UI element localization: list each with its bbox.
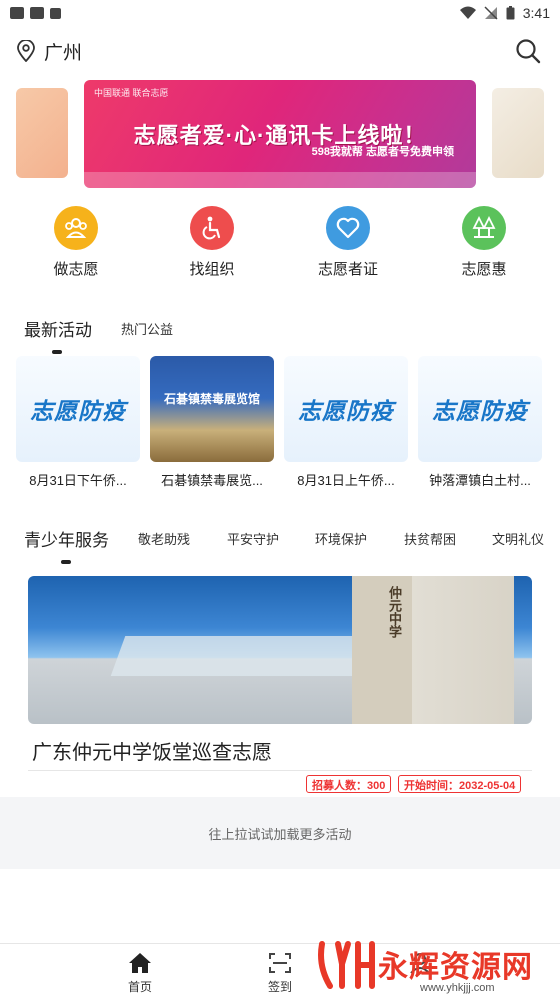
banner-brand: 中国联通 联合志愿	[94, 88, 169, 98]
people-icon	[54, 206, 98, 250]
heart-icon	[326, 206, 370, 250]
activity-card[interactable]: 志愿防疫 钟落潭镇白土村...	[418, 356, 542, 489]
tab-youth-services[interactable]: 青少年服务	[24, 526, 109, 551]
banner-strip	[84, 172, 476, 188]
watermark-text: 永辉资源网	[378, 951, 533, 984]
app-notification-icon	[30, 7, 44, 19]
location-pin-icon[interactable]	[16, 40, 36, 62]
tab-indicator	[61, 560, 71, 564]
no-signal-icon	[484, 6, 498, 20]
app-notification-icon	[10, 7, 24, 19]
watermark-url: www.yhkjjj.com	[420, 982, 495, 994]
category-label: 志愿惠	[461, 261, 507, 278]
load-more-hint: 往上拉试试加载更多活动	[0, 797, 560, 869]
activity-title: 8月31日上午侨...	[297, 473, 395, 488]
tab-hot-charity[interactable]: 热门公益	[121, 319, 173, 338]
nav-label: 签到	[267, 980, 292, 994]
clock: 3:41	[522, 5, 550, 21]
category-benefits[interactable]: 志愿惠	[444, 206, 524, 279]
watermark: 永辉资源网 www.yhkjjj.com	[312, 936, 560, 997]
category-volunteer[interactable]: 做志愿	[36, 206, 116, 279]
nav-checkin[interactable]: 签到	[240, 952, 320, 995]
activity-thumbnail: 志愿防疫	[284, 356, 408, 462]
watermark-logo	[318, 941, 375, 989]
category-label: 志愿者证	[317, 261, 378, 278]
image-sign-text: 仲元中学	[387, 586, 402, 638]
youth-header: 青少年服务 敬老助残 平安守护 环境保护 扶贫帮困 文明礼仪	[0, 524, 560, 564]
divider	[28, 770, 532, 771]
accessibility-icon	[190, 206, 234, 250]
activity-thumbnail: 石碁镇禁毒展览馆	[150, 356, 274, 462]
tab-elderly-disabled[interactable]: 敬老助残	[138, 529, 190, 548]
notification-icons	[10, 7, 61, 19]
category-label: 做志愿	[53, 261, 99, 278]
category-label: 找组织	[189, 261, 235, 278]
activity-thumbnail: 志愿防疫	[16, 356, 140, 462]
city-selector[interactable]: 广州	[44, 38, 82, 65]
status-bar: 3:41	[0, 0, 560, 26]
tab-poverty-relief[interactable]: 扶贫帮困	[404, 529, 456, 548]
banner-carousel[interactable]: 中国联通 联合志愿 志愿者爱·心·通讯卡上线啦！ 598我就帮 志愿者号免费申领	[0, 78, 560, 190]
banner-slide[interactable]: 中国联通 联合志愿 志愿者爱·心·通讯卡上线啦！ 598我就帮 志愿者号免费申领	[84, 80, 476, 188]
category-volunteer-card[interactable]: 志愿者证	[308, 206, 388, 279]
top-bar: 广州	[0, 28, 560, 74]
tab-indicator	[52, 350, 62, 354]
battery-icon	[506, 6, 515, 20]
tab-latest-activities[interactable]: 最新活动	[24, 316, 92, 341]
nav-label: 首页	[127, 980, 152, 994]
category-grid: 做志愿 找组织 志愿者证 志愿惠	[0, 206, 560, 286]
search-button[interactable]	[512, 35, 544, 67]
banner-next-slide[interactable]	[492, 88, 544, 178]
activity-title: 8月31日下午侨...	[29, 473, 127, 488]
wifi-icon	[459, 6, 476, 19]
latest-header: 最新活动 热门公益	[0, 314, 560, 354]
tab-safety[interactable]: 平安守护	[227, 529, 279, 548]
activity-title: 石碁镇禁毒展览...	[161, 473, 263, 488]
banner-subtitle: 598我就帮 志愿者号免费申领	[311, 146, 454, 158]
activity-list: 志愿防疫 8月31日下午侨... 石碁镇禁毒展览馆 石碁镇禁毒展览... 志愿防…	[16, 356, 560, 492]
recruit-count-badge: 招募人数：300	[306, 775, 392, 793]
project-title[interactable]: 广东仲元中学饭堂巡查志愿	[32, 736, 272, 765]
project-image[interactable]: 仲元中学	[28, 576, 532, 724]
activity-card[interactable]: 志愿防疫 8月31日下午侨...	[16, 356, 140, 489]
home-icon	[129, 953, 151, 973]
scan-icon	[269, 953, 291, 973]
category-organization[interactable]: 找组织	[172, 206, 252, 279]
activity-title: 钟落潭镇白土村...	[429, 473, 531, 488]
tab-environment[interactable]: 环境保护	[315, 529, 367, 548]
banner-prev-slide[interactable]	[16, 88, 68, 178]
start-time-badge: 开始时间：2032-05-04	[398, 775, 522, 793]
text-notification-icon	[50, 7, 61, 19]
activity-card[interactable]: 石碁镇禁毒展览馆 石碁镇禁毒展览...	[150, 356, 274, 489]
trees-icon	[462, 206, 506, 250]
nav-home[interactable]: 首页	[100, 952, 180, 995]
activity-card[interactable]: 志愿防疫 8月31日上午侨...	[284, 356, 408, 489]
tab-etiquette[interactable]: 文明礼仪	[492, 529, 544, 548]
search-icon	[516, 39, 541, 64]
activity-thumbnail: 志愿防疫	[418, 356, 542, 462]
